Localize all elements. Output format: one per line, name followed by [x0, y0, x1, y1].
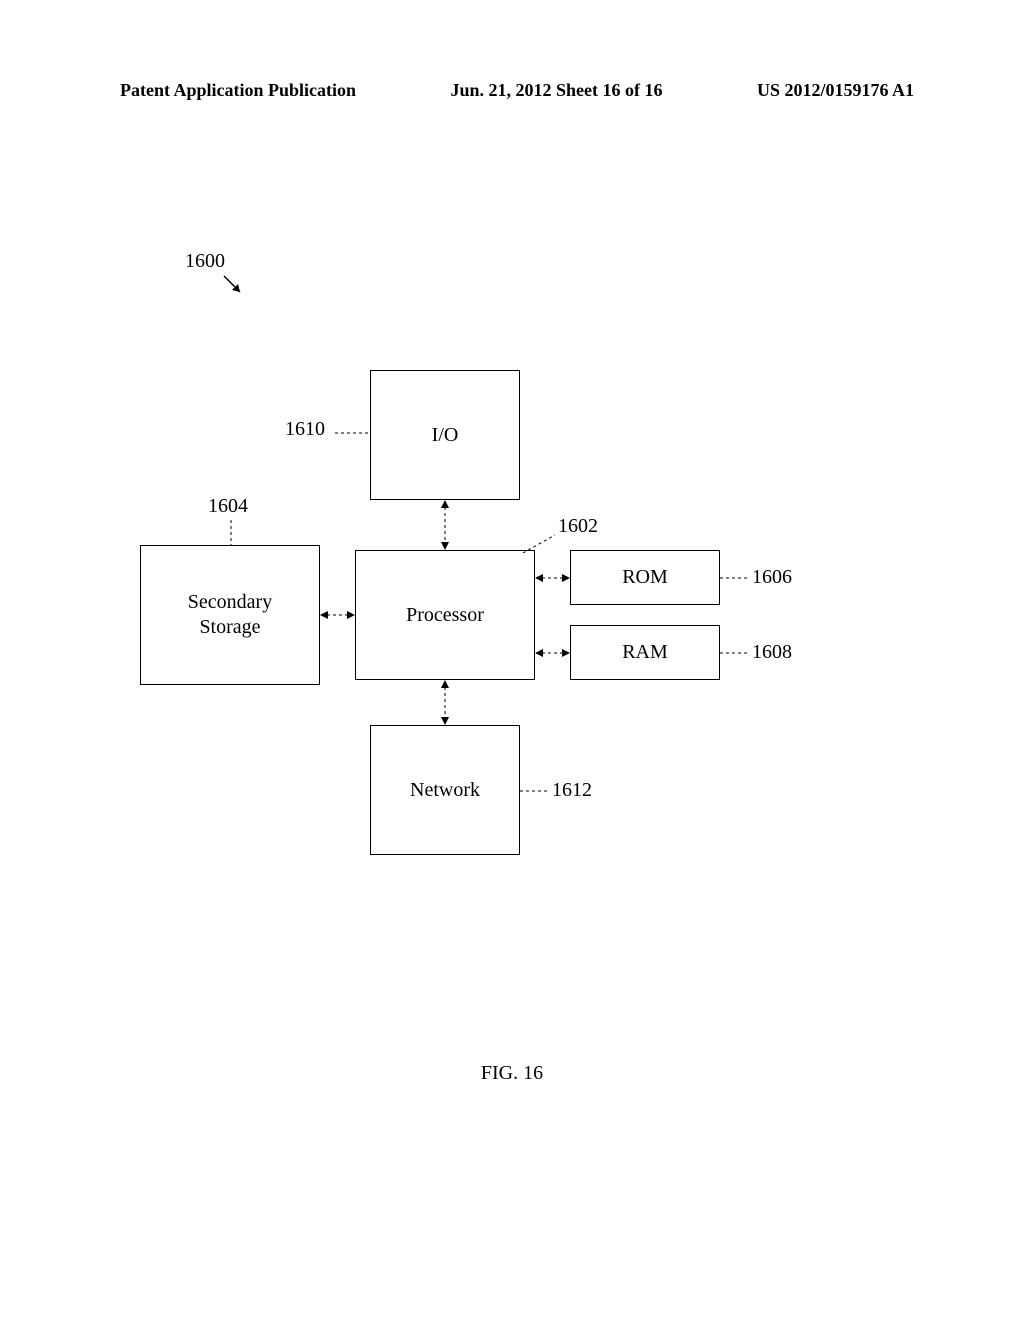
- secondary-storage-label: SecondaryStorage: [188, 590, 272, 640]
- leader-line-1610: [335, 428, 370, 438]
- network-block: Network: [370, 725, 520, 855]
- leader-line-1602: [523, 533, 555, 553]
- network-label: Network: [410, 778, 480, 803]
- leader-line-1606: [720, 573, 748, 583]
- connector-io-processor: [438, 500, 452, 550]
- header-center: Jun. 21, 2012 Sheet 16 of 16: [450, 80, 662, 101]
- block-diagram: I/O Processor SecondaryStorage ROM RAM N…: [140, 370, 840, 930]
- rom-label: ROM: [622, 565, 668, 590]
- connector-processor-rom: [535, 571, 570, 585]
- ref-label-1606: 1606: [752, 566, 792, 589]
- connector-secondary-processor: [320, 608, 355, 622]
- io-block: I/O: [370, 370, 520, 500]
- header-right: US 2012/0159176 A1: [757, 80, 914, 101]
- ram-label: RAM: [622, 640, 668, 665]
- connector-processor-ram: [535, 646, 570, 660]
- ram-block: RAM: [570, 625, 720, 680]
- processor-label: Processor: [406, 603, 484, 628]
- ref-label-1604: 1604: [208, 495, 248, 518]
- connector-processor-network: [438, 680, 452, 725]
- ref-label-1602: 1602: [558, 515, 598, 538]
- ref-label-1610: 1610: [285, 418, 325, 441]
- header-left: Patent Application Publication: [120, 80, 356, 101]
- ref-label-1612: 1612: [552, 779, 592, 802]
- leader-line-1608: [720, 648, 748, 658]
- ref-arrow-1600: [222, 274, 250, 300]
- figure-caption: FIG. 16: [0, 1062, 1024, 1085]
- io-label: I/O: [432, 423, 459, 448]
- leader-line-1612: [520, 786, 548, 796]
- processor-block: Processor: [355, 550, 535, 680]
- rom-block: ROM: [570, 550, 720, 605]
- secondary-storage-block: SecondaryStorage: [140, 545, 320, 685]
- ref-label-1600: 1600: [185, 250, 225, 273]
- leader-line-1604: [226, 520, 236, 545]
- page-header: Patent Application Publication Jun. 21, …: [0, 80, 1024, 101]
- ref-label-1608: 1608: [752, 641, 792, 664]
